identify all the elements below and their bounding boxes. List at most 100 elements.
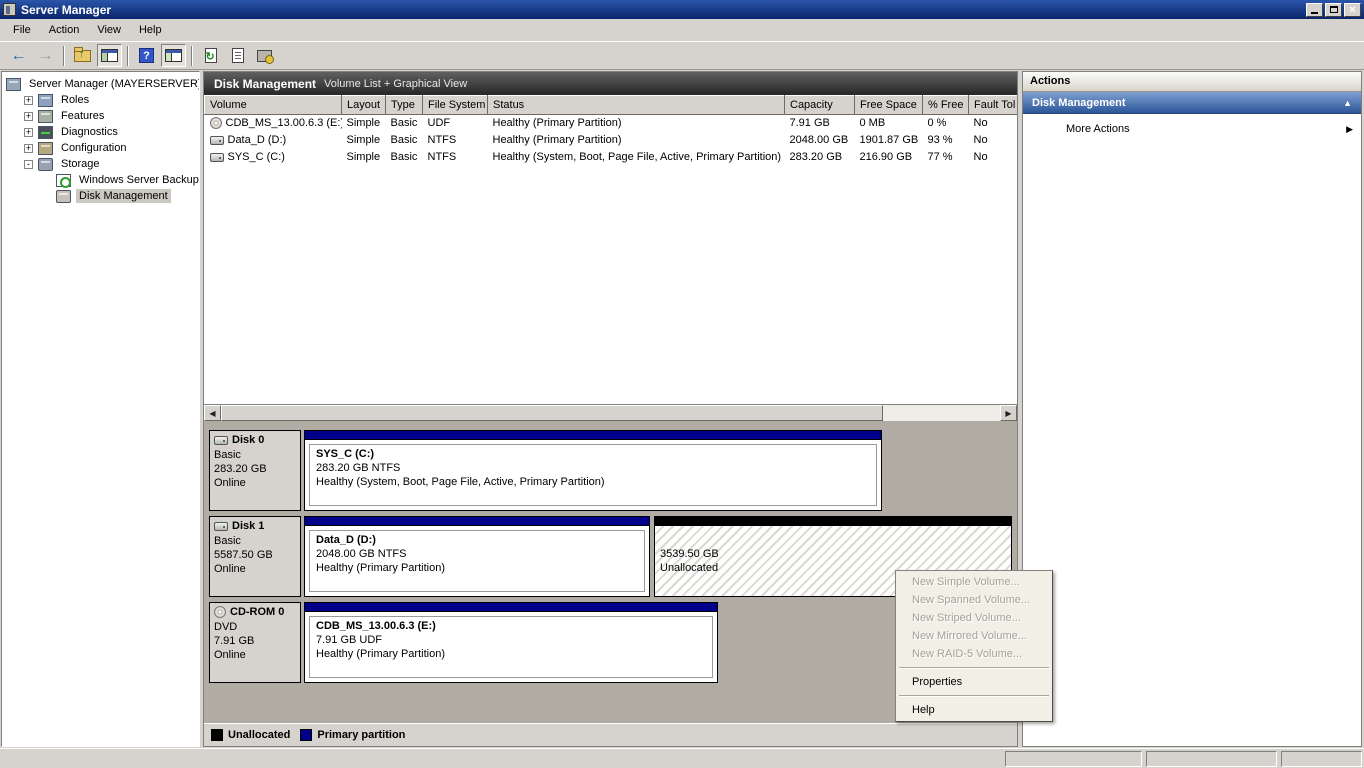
tree-item-server-manager-mayerserver-[interactable]: Server Manager (MAYERSERVER) [2,76,199,92]
partition-block[interactable]: CDB_MS_13.00.6.3 (E:)7.91 GB UDFHealthy … [304,602,718,683]
tree-item-label: Storage [58,157,103,171]
tree-item-label: Configuration [58,141,129,155]
volume-row[interactable]: CDB_MS_13.00.6.3 (E:)SimpleBasicUDFHealt… [205,115,1018,132]
forward-button[interactable]: → [33,44,58,67]
context-menu-item-new-simple-volume-: New Simple Volume... [897,573,1051,591]
volume-table-header-row: VolumeLayoutTypeFile SystemStatusCapacit… [205,96,1018,115]
action-item-more-actions[interactable]: More Actions▶ [1023,114,1361,135]
scroll-left-button[interactable]: ◀ [204,405,221,421]
column-header-file-system[interactable]: File System [423,96,488,115]
minimize-button[interactable] [1306,3,1323,17]
back-icon: ← [11,49,27,63]
status-bar [0,748,1364,768]
show-console-tree-button[interactable] [97,44,122,67]
legend-label: Primary partition [317,729,405,741]
features-icon [38,110,53,123]
disk-info-line: 5587.50 GB [214,548,296,562]
scrollbar-thumb[interactable] [221,405,883,421]
disk-row-cd-rom-0: CD-ROM 0DVD7.91 GBOnlineCDB_MS_13.00.6.3… [209,602,1012,683]
refresh-button[interactable] [198,44,223,67]
partition-block[interactable]: Data_D (D:)2048.00 GB NTFSHealthy (Prima… [304,516,650,597]
context-menu-item-properties[interactable]: Properties [897,673,1051,691]
close-button[interactable]: × [1344,3,1361,17]
tree-expander[interactable]: + [24,144,33,153]
volume-cell: Basic [386,132,423,149]
column-header-capacity[interactable]: Capacity [785,96,855,115]
disk-management-icon [56,190,71,203]
show-action-pane-icon [165,49,182,62]
volume-table-body: CDB_MS_13.00.6.3 (E:)SimpleBasicUDFHealt… [205,115,1018,166]
volume-cell: No [969,132,1018,149]
toolbar: ← →? [0,42,1364,70]
app-icon [3,3,16,16]
column-header-status[interactable]: Status [488,96,785,115]
partition-status: Healthy (Primary Partition) [316,647,706,661]
disk-info-line: 283.20 GB [214,462,296,476]
scroll-right-button[interactable]: ▶ [1000,405,1017,421]
partition-title: SYS_C (C:) [316,447,870,461]
column-header-type[interactable]: Type [386,96,423,115]
toolbar-separator [63,46,65,66]
disk-name: Disk 1 [214,520,296,532]
disk-info-line: 7.91 GB [214,634,296,648]
volume-row[interactable]: SYS_C (C:)SimpleBasicNTFSHealthy (System… [205,149,1018,166]
context-menu-item-new-mirrored-volume-: New Mirrored Volume... [897,627,1051,645]
column-header-layout[interactable]: Layout [342,96,386,115]
menu-help[interactable]: Help [130,20,171,40]
tree-item-label: Disk Management [76,189,171,203]
tree-expander[interactable]: + [24,112,33,121]
disk-icon [214,436,228,445]
properties-button[interactable] [225,44,250,67]
menu-bar: FileActionViewHelp [0,19,1364,42]
disk-info-line: Online [214,476,296,490]
menu-file[interactable]: File [4,20,40,40]
tree-item-label: Server Manager (MAYERSERVER) [26,77,200,91]
tree-item-features[interactable]: +Features [2,108,199,124]
disk-label[interactable]: CD-ROM 0DVD7.91 GBOnline [209,602,301,683]
tree-item-disk-management[interactable]: Disk Management [2,188,199,204]
tree-expander[interactable]: - [24,160,33,169]
menu-view[interactable]: View [88,20,130,40]
disk-label[interactable]: Disk 1Basic5587.50 GBOnline [209,516,301,597]
volume-name: Data_D (D:) [228,134,287,146]
volume-row[interactable]: Data_D (D:)SimpleBasicNTFSHealthy (Prima… [205,132,1018,149]
tree-item-roles[interactable]: +Roles [2,92,199,108]
help-button[interactable]: ? [134,44,159,67]
context-menu-item-help[interactable]: Help [897,701,1051,719]
up-folder-button[interactable] [70,44,95,67]
partition-size: 283.20 GB NTFS [316,461,870,475]
column-header-volume[interactable]: Volume [205,96,342,115]
tree-item-windows-server-backup[interactable]: Windows Server Backup [2,172,199,188]
back-button[interactable]: ← [6,44,31,67]
partition-block[interactable]: SYS_C (C:)283.20 GB NTFSHealthy (System,… [304,430,882,511]
restore-button[interactable] [1325,3,1342,17]
partition-details: CDB_MS_13.00.6.3 (E:)7.91 GB UDFHealthy … [309,616,713,678]
actions-group-title: Disk Management [1032,97,1126,109]
column-header-free-space[interactable]: Free Space [855,96,923,115]
tree-item-configuration[interactable]: + Configuration [2,140,199,156]
volume-cell: Data_D (D:) [205,132,342,149]
horizontal-scrollbar[interactable]: ◀ ▶ [204,404,1017,421]
scrollbar-track[interactable] [221,405,1000,421]
collapse-icon[interactable]: ▲ [1343,98,1352,108]
show-action-pane-button[interactable] [161,44,186,67]
volume-cell: Basic [386,149,423,166]
disk-label[interactable]: Disk 0Basic283.20 GBOnline [209,430,301,511]
disk-settings-button[interactable] [252,44,277,67]
legend-swatch [211,729,223,741]
volume-cell: Simple [342,115,386,132]
volume-cell: 0 % [923,115,969,132]
properties-icon [232,48,244,63]
restore-icon [1330,6,1338,13]
menu-action[interactable]: Action [40,20,89,40]
actions-group-disk-management[interactable]: Disk Management ▲ [1023,92,1361,114]
column-header--free[interactable]: % Free [923,96,969,115]
disk-name: Disk 0 [214,434,296,446]
partition-color-strip [305,517,649,526]
tree-item-storage[interactable]: - Storage [2,156,199,172]
tree-expander[interactable]: + [24,96,33,105]
column-header-fault-tol[interactable]: Fault Tol [969,96,1018,115]
partition-area: SYS_C (C:)283.20 GB NTFSHealthy (System,… [304,430,1012,511]
tree-expander[interactable]: + [24,128,33,137]
tree-item-diagnostics[interactable]: +Diagnostics [2,124,199,140]
